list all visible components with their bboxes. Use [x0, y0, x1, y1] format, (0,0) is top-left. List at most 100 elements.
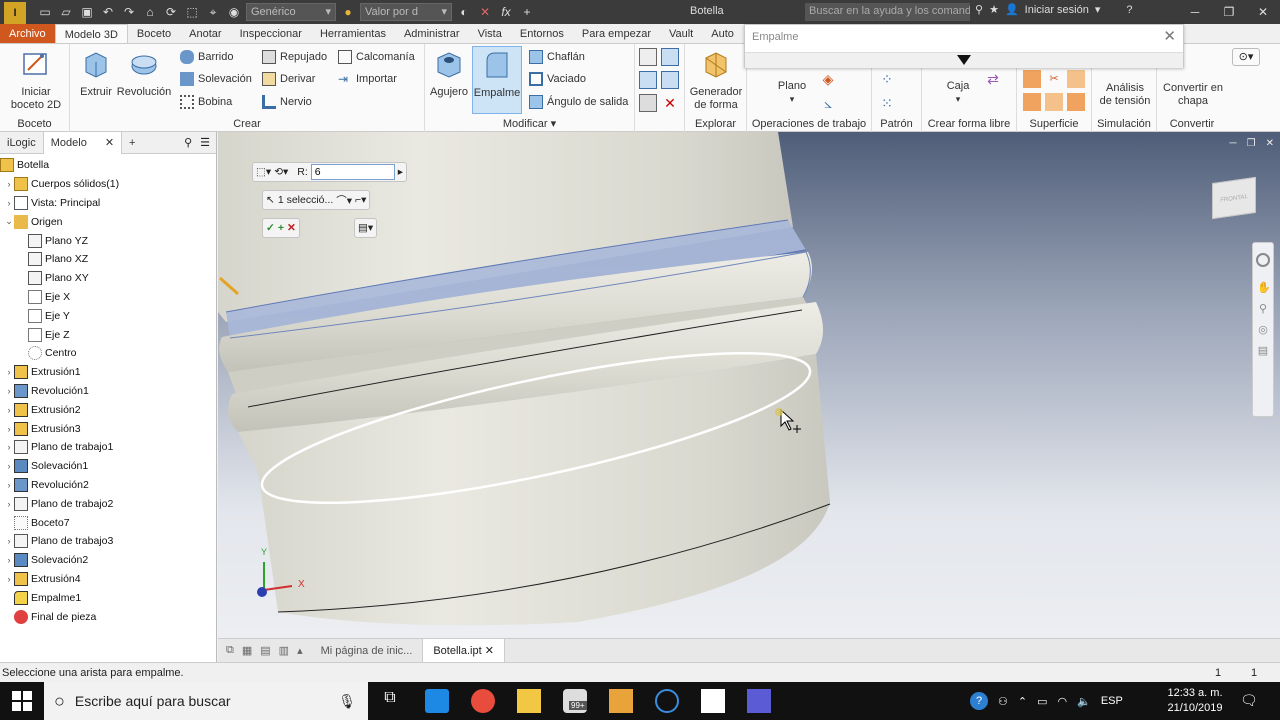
fillet-type-icon[interactable]: ⬚▾	[256, 166, 271, 178]
photos-icon[interactable]	[701, 689, 725, 713]
tree-item[interactable]: Eje X	[0, 288, 216, 307]
tree-root[interactable]: Botella	[0, 156, 216, 175]
tree-item[interactable]: › Vista: Principal	[0, 194, 216, 213]
tab-modelo[interactable]: Modelo ✕	[42, 131, 123, 154]
home-icon[interactable]: ⌂	[141, 4, 159, 20]
revolve-button[interactable]: Revolución	[116, 48, 172, 99]
recorder-icon[interactable]	[747, 689, 771, 713]
chrome-icon[interactable]	[471, 689, 495, 713]
tree-item[interactable]: Empalme1	[0, 588, 216, 607]
file-explorer-icon[interactable]	[517, 689, 541, 713]
task-view-icon[interactable]: ⧉	[378, 689, 402, 713]
hole-button[interactable]: Agujero	[429, 48, 469, 99]
draft-angle-button[interactable]: Ángulo de salida	[529, 92, 628, 112]
microphone-icon[interactable]: 🎙	[338, 693, 356, 710]
tab-list-icon[interactable]: ▴	[297, 644, 303, 657]
tile-icon[interactable]: ⧉	[226, 644, 234, 657]
import-button[interactable]: ⇥ Importar	[338, 69, 397, 89]
edge-select-icon[interactable]: ⌒▾	[336, 193, 352, 208]
shape-generator-button[interactable]: Generador de forma	[687, 48, 745, 112]
pan-icon[interactable]: ✋	[1257, 281, 1271, 294]
dialog-close-icon[interactable]: ✕	[1163, 27, 1176, 45]
extrude-button[interactable]: Extruir	[78, 48, 114, 99]
people-icon[interactable]: ⚇	[998, 695, 1008, 708]
combine-icon[interactable]	[661, 48, 679, 66]
fillet-options-button[interactable]: ▤▾	[354, 218, 378, 238]
loft-button[interactable]: Solevación	[180, 69, 252, 89]
inventor-logo-icon[interactable]: I	[4, 1, 26, 24]
decal-button[interactable]: Calcomanía	[338, 47, 415, 67]
tab-modelo-3d[interactable]: Modelo 3D	[54, 24, 128, 43]
work-point-icon[interactable]: ◈	[819, 70, 837, 88]
add-tab-icon[interactable]: +	[122, 132, 142, 154]
maximize-button[interactable]: ❐	[1212, 0, 1246, 24]
tree-item[interactable]: › Extrusión2	[0, 400, 216, 419]
tree-item[interactable]: Boceto7	[0, 513, 216, 532]
stress-analysis-button[interactable]: Análisis de tensión	[1094, 82, 1156, 108]
circular-pattern-icon[interactable]: ⁘	[878, 70, 896, 88]
thicken-icon[interactable]	[639, 94, 657, 112]
fx-parameters-icon[interactable]: fx	[497, 4, 515, 20]
mail-icon[interactable]: 99+	[563, 689, 587, 713]
volume-icon[interactable]: 🔈	[1077, 695, 1091, 708]
bottle-model[interactable]	[218, 132, 1280, 638]
tab-autodesk[interactable]: Auto	[702, 24, 743, 43]
clear-icon[interactable]: ✕	[476, 4, 494, 20]
expand-chevron-icon[interactable]: ⌄	[4, 216, 14, 227]
tree-item[interactable]: › Revolución1	[0, 382, 216, 401]
tab-archivo[interactable]: Archivo	[0, 24, 55, 43]
move-face-icon[interactable]	[639, 71, 657, 89]
tab-inspeccionar[interactable]: Inspeccionar	[231, 24, 311, 43]
fillet-button[interactable]: Empalme	[472, 46, 522, 114]
close-window-button[interactable]: ✕	[1246, 0, 1280, 24]
taskbar-search[interactable]: ○ Escribe aquí para buscar 🎙	[44, 682, 368, 720]
viewport-minimize-icon[interactable]: ─	[1230, 138, 1237, 149]
horizontal-icon[interactable]: ▤	[260, 644, 270, 657]
delete-face-icon[interactable]: ✕	[661, 94, 679, 112]
tree-item[interactable]: ⌄ Origen	[0, 212, 216, 231]
derive-button[interactable]: Derivar	[262, 69, 315, 89]
minimize-button[interactable]: ─	[1178, 0, 1212, 24]
ribbon-options-button[interactable]: ⊙▾	[1232, 48, 1260, 66]
expand-chevron-icon[interactable]: ›	[4, 198, 14, 208]
tree-item[interactable]: › Plano de trabajo3	[0, 532, 216, 551]
emboss-button[interactable]: Repujado	[262, 47, 327, 67]
tab-ilogic[interactable]: iLogic	[0, 132, 43, 154]
signin-link[interactable]: Iniciar sesión	[1025, 4, 1089, 16]
viewcube[interactable]: FRONTAL	[1212, 176, 1256, 220]
sweep-button[interactable]: Barrido	[180, 47, 233, 67]
redo-icon[interactable]: ↷	[120, 4, 138, 20]
coil-button[interactable]: Bobina	[180, 92, 232, 112]
graphics-viewport[interactable]: X Y FRONTAL ─ ❐ ✕ ✋ ⚲ ◎ ▤ ⬚▾ ⟲▾ R: ▸ ↖ 1…	[218, 132, 1280, 638]
expand-chevron-icon[interactable]: ›	[4, 424, 14, 434]
select-cursor-icon[interactable]: ↖	[266, 194, 275, 206]
new-file-icon[interactable]: ▭	[36, 4, 54, 20]
expand-chevron-icon[interactable]: ›	[4, 536, 14, 546]
shell-button[interactable]: Vaciado	[529, 69, 586, 89]
fillet-mode-icon[interactable]: ⟲▾	[274, 166, 288, 178]
tab-vault[interactable]: Vault	[660, 24, 702, 43]
mirror-icon[interactable]: ⁙	[878, 94, 896, 112]
expand-chevron-icon[interactable]: ›	[4, 442, 14, 452]
inventor-taskbar-icon[interactable]	[609, 689, 633, 713]
dialog-expand-bar[interactable]	[745, 52, 1183, 68]
undo-icon[interactable]: ↶	[99, 4, 117, 20]
help-icon[interactable]: ?	[1126, 4, 1132, 16]
tab-vista[interactable]: Vista	[469, 24, 511, 43]
rib-button[interactable]: Nervio	[262, 92, 312, 112]
tree-item[interactable]: › Extrusión3	[0, 419, 216, 438]
menu-icon[interactable]: ☰	[200, 136, 210, 149]
tree-item[interactable]: Plano XZ	[0, 250, 216, 269]
add-icon[interactable]: +	[518, 4, 536, 20]
store-icon[interactable]	[425, 689, 449, 713]
tree-item[interactable]: › Solevación2	[0, 551, 216, 570]
tree-item[interactable]: Plano XY	[0, 269, 216, 288]
vertical-icon[interactable]: ▥	[279, 644, 289, 657]
apply-arrow-icon[interactable]: ▸	[398, 166, 403, 178]
update-icon[interactable]: ⟳	[162, 4, 180, 20]
tree-item[interactable]: › Cuerpos sólidos(1)	[0, 175, 216, 194]
tab-herramientas[interactable]: Herramientas	[311, 24, 395, 43]
tree-item[interactable]: Eje Z	[0, 325, 216, 344]
expand-chevron-icon[interactable]: ›	[4, 405, 14, 415]
split-icon[interactable]	[639, 48, 657, 66]
